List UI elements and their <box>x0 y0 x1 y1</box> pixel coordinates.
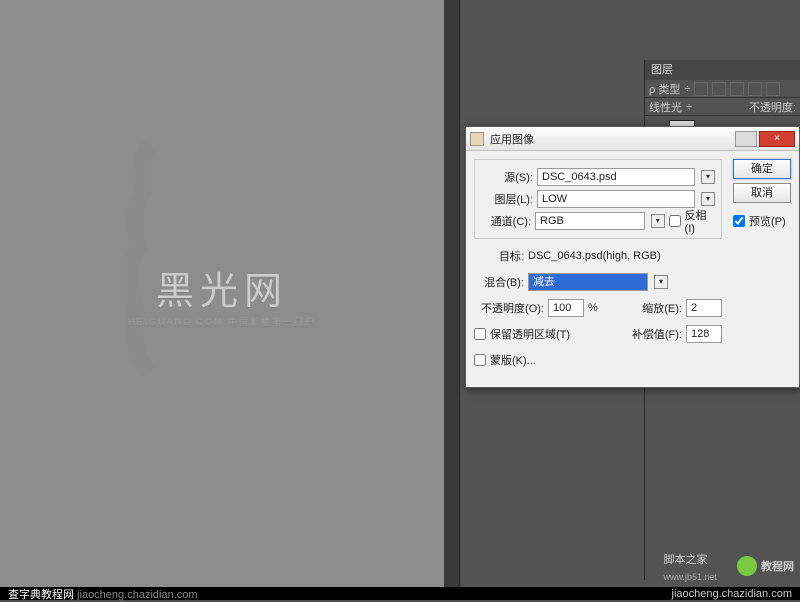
filter-adjust-icon[interactable] <box>712 82 726 96</box>
source-field[interactable]: DSC_0643.psd <box>537 168 695 186</box>
dialog-body: 确定 取消 预览(P) 源(S): DSC_0643.psd ▾ 图层(L): … <box>466 151 799 387</box>
opacity-field-label: 不透明度(O): <box>474 300 544 316</box>
dialog-buttons: 确定 取消 预览(P) <box>733 159 791 229</box>
layer-filter-row: ρ 类型 ÷ <box>645 80 800 98</box>
apply-image-dialog: 应用图像 × 确定 取消 预览(P) 源(S): DSC_0643.psd ▾ … <box>465 126 800 388</box>
filter-type-icon[interactable] <box>730 82 744 96</box>
scale-field[interactable]: 2 <box>686 299 722 317</box>
cancel-button[interactable]: 取消 <box>733 183 791 203</box>
dialog-title-text: 应用图像 <box>490 131 733 147</box>
dialog-app-icon <box>470 132 484 146</box>
filter-kind-dropdown-icon[interactable]: ÷ <box>684 83 690 95</box>
channel-field[interactable]: RGB <box>535 212 645 230</box>
invert-checkbox[interactable]: 反相(I) <box>669 207 715 235</box>
panel-title[interactable]: 图层 <box>645 60 800 80</box>
footer-right-domain: jiaocheng.chazidian.com <box>672 588 792 600</box>
site-brand-jb51: 脚本之家 www.jb51.net <box>663 550 717 583</box>
document-canvas[interactable]: 黑光网 HEIGUANG.COM 中国影楼第一门户 <box>0 0 444 587</box>
preview-checkbox[interactable]: 预览(P) <box>733 213 791 229</box>
logo-dot-icon <box>737 556 757 576</box>
filter-pixel-icon[interactable] <box>694 82 708 96</box>
filter-smart-icon[interactable] <box>766 82 780 96</box>
preserve-transparency-checkbox[interactable]: 保留透明区域(T) <box>474 326 570 342</box>
source-group: 源(S): DSC_0643.psd ▾ 图层(L): LOW ▾ 通道(C):… <box>474 159 722 239</box>
opacity-label: 不透明度: <box>749 99 796 115</box>
target-label: 目标: <box>474 248 524 264</box>
channel-label: 通道(C): <box>483 213 531 229</box>
chevron-down-icon[interactable]: ▾ <box>654 275 668 289</box>
watermark: 黑光网 HEIGUANG.COM 中国影楼第一门户 <box>128 260 316 328</box>
filter-kind-label[interactable]: ρ 类型 <box>649 81 680 97</box>
footer-bar: 查字典教程网 jiaocheng.chazidian.com jiaocheng… <box>0 587 800 600</box>
close-button[interactable]: × <box>759 131 795 147</box>
target-value: DSC_0643.psd(high, RGB) <box>528 250 661 262</box>
dialog-titlebar[interactable]: 应用图像 × <box>466 127 799 151</box>
ok-button[interactable]: 确定 <box>733 159 791 179</box>
chevron-down-icon[interactable]: ▾ <box>651 214 665 228</box>
layer-field[interactable]: LOW <box>537 190 695 208</box>
site-brand-jiaocheng: 教程网 <box>737 556 794 576</box>
vertical-ruler <box>444 0 460 587</box>
blend-mode-select[interactable]: 线性光 <box>649 99 682 115</box>
blend-field[interactable]: 减去 <box>528 273 648 291</box>
chevron-down-icon[interactable]: ▾ <box>701 192 715 206</box>
footer-left-link[interactable]: 查字典教程网 <box>8 589 74 601</box>
opacity-field[interactable]: 100 <box>548 299 584 317</box>
source-label: 源(S): <box>483 169 533 185</box>
scale-label: 缩放(E): <box>642 300 682 316</box>
chevron-down-icon[interactable]: ▾ <box>701 170 715 184</box>
site-watermarks: 脚本之家 www.jb51.net 教程网 <box>663 545 800 587</box>
blend-field-label: 混合(B): <box>474 274 524 290</box>
offset-field[interactable]: 128 <box>686 325 722 343</box>
blend-row: 线性光 ÷ 不透明度: <box>645 98 800 116</box>
mask-checkbox[interactable]: 蒙版(K)... <box>474 352 536 368</box>
layer-label: 图层(L): <box>483 191 533 207</box>
filter-shape-icon[interactable] <box>748 82 762 96</box>
blend-dropdown-icon[interactable]: ÷ <box>686 101 692 113</box>
help-button[interactable] <box>735 131 757 147</box>
offset-label: 补偿值(F): <box>632 326 682 342</box>
